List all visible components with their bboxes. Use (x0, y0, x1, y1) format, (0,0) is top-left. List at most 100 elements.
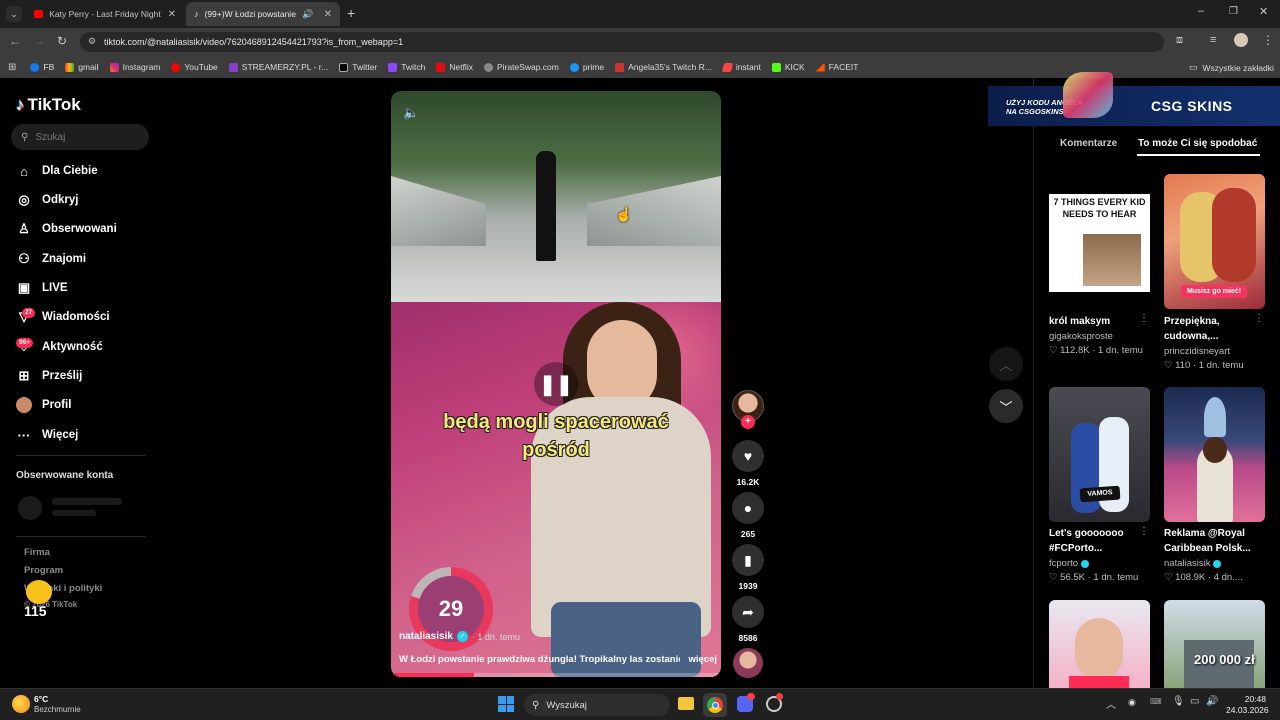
nav-wiecej[interactable]: ··· Więcej (16, 427, 79, 443)
video-options-icon[interactable]: ⋮ (1139, 313, 1149, 324)
nav-odkryj[interactable]: ◎ Odkryj (16, 192, 78, 208)
extensions-icon[interactable]: ⧈ (1176, 34, 1183, 47)
video-options-icon[interactable]: ⋮ (1139, 526, 1149, 537)
address-bar[interactable]: ⚙ tiktok.com/@nataliasisik/video/7620468… (80, 32, 1164, 52)
comment-icon[interactable]: ● (732, 492, 764, 524)
weather-temp[interactable]: 6°C (34, 694, 48, 704)
forward-icon[interactable]: → (33, 34, 45, 48)
comment-action[interactable]: ● 265 (732, 492, 764, 539)
volume-icon[interactable]: 🔊 (1206, 696, 1218, 707)
bookmark-twitch[interactable]: Twitch (388, 62, 425, 72)
follow-plus-icon[interactable]: + (741, 415, 755, 429)
tray-app-icon[interactable]: ◉ (1128, 697, 1136, 708)
apps-grid-icon[interactable]: ⊞ (8, 62, 16, 73)
tray-expand-icon[interactable]: ︿ (1106, 696, 1116, 711)
share-action[interactable]: ➦ 8586 (732, 596, 764, 643)
video-author[interactable]: gigakoksproste (1049, 331, 1113, 342)
nav-przeslij[interactable]: ⊞ Prześlij (16, 368, 83, 384)
nav-dla-ciebie[interactable]: ⌂ Dla Ciebie (16, 163, 98, 179)
chrome-menu-icon[interactable]: ⋮ (1262, 33, 1274, 47)
nav-znajomi[interactable]: ⚇ Znajomi (16, 251, 86, 267)
weather-moon-icon[interactable] (12, 695, 30, 713)
video-title[interactable]: Let's gooooooo #FCPorto... (1049, 526, 1137, 556)
file-explorer-icon[interactable] (678, 697, 694, 710)
tab-search-chevron-icon[interactable]: ⌄ (6, 6, 22, 22)
video-options-icon[interactable]: ⋮ (1254, 313, 1264, 324)
bookmark-icon[interactable]: ▮ (732, 544, 764, 576)
heart-icon[interactable]: ♥ (732, 440, 764, 472)
bookmark-prime[interactable]: prime (569, 62, 604, 72)
bookmark-pirateswap[interactable]: PirateSwap.com (483, 62, 559, 72)
bookmark-twitter[interactable]: Twitter (339, 62, 377, 72)
bookmark-kick[interactable]: KICK (771, 62, 805, 72)
footer-firma[interactable]: Firma (24, 547, 50, 558)
bookmark-faceit[interactable]: FACEIT (815, 62, 858, 72)
video-author-row[interactable]: nataliasisik (1164, 558, 1222, 569)
bookmark-fb[interactable]: FB (30, 62, 54, 72)
clock[interactable]: 20:48 24.03.2026 (1226, 694, 1269, 716)
progress-track[interactable] (391, 673, 721, 677)
bookmark-gmail[interactable]: gmail (65, 62, 99, 72)
video-author[interactable]: princzidisneyart (1164, 346, 1230, 357)
video-stats: ♡ 108.9K · 4 dn.... (1164, 572, 1243, 583)
nav-profil[interactable]: Profil (16, 397, 71, 413)
bookmark-angela[interactable]: Angela35's Twitch R... (615, 62, 712, 72)
network-icon[interactable]: ▭ (1190, 696, 1199, 707)
nav-obserwowani[interactable]: ♙ Obserwowani (16, 221, 117, 237)
minimize-icon[interactable]: – (1198, 5, 1204, 17)
author-name[interactable]: nataliasisik (399, 631, 453, 642)
share-icon[interactable]: ➦ (732, 596, 764, 628)
audio-playing-icon[interactable]: 🔊 (302, 9, 313, 20)
video-thumbnail[interactable] (1164, 387, 1265, 522)
bookmark-instagram[interactable]: Instagram (109, 62, 160, 72)
video-player[interactable]: 🔈 ❚❚ będą mogli spacerować pośród 29 nat… (391, 91, 721, 677)
microphone-icon[interactable]: 🎙 (1172, 696, 1185, 707)
site-info-icon[interactable]: ⚙ (88, 36, 96, 47)
bookmark-netflix[interactable]: Netflix (436, 62, 473, 72)
chrome-taskbar-active[interactable] (703, 693, 727, 717)
mute-icon[interactable]: 🔈 (403, 105, 419, 121)
video-author-row[interactable]: fcporto (1049, 558, 1090, 569)
bookmark-streamerzy[interactable]: STREAMERZY.PL - r... (228, 62, 328, 72)
csgoskins-ad-banner[interactable]: UŻYJ KODU ANGELA NA CSGOSKINS CSG SKINS (988, 72, 1280, 126)
tab-recommended[interactable]: To może Ci się spodobać (1138, 138, 1257, 149)
back-icon[interactable]: ← (9, 34, 21, 48)
previous-video-icon[interactable]: ︿ (989, 347, 1023, 381)
video-thumbnail[interactable]: VAMOS (1049, 387, 1150, 522)
more-link[interactable]: więcej (688, 654, 717, 665)
music-disc-icon[interactable] (733, 648, 763, 678)
reload-icon[interactable]: ↻ (57, 34, 67, 48)
start-windows-icon[interactable] (498, 696, 514, 712)
footer-program[interactable]: Program (24, 565, 63, 576)
video-title[interactable]: Reklama @Royal Caribbean Polsk... (1164, 526, 1264, 556)
bookmark-instant[interactable]: instant (721, 62, 761, 72)
tray-ime-icon[interactable]: ⌨ (1150, 697, 1162, 706)
save-action[interactable]: ▮ 1939 (732, 544, 764, 591)
nav-live[interactable]: ▣ LIVE (16, 280, 68, 296)
tab-komentarze[interactable]: Komentarze (1060, 138, 1117, 149)
close-window-icon[interactable]: ✕ (1259, 5, 1268, 18)
like-action[interactable]: ♥ 16.2K (732, 440, 764, 487)
video-thumbnail[interactable] (1049, 600, 1150, 688)
bookmark-youtube[interactable]: YouTube (171, 62, 218, 72)
video-title[interactable]: Przepiękna, cudowna,... (1164, 314, 1256, 344)
tiktok-logo[interactable]: ♪ TikTok (16, 95, 81, 115)
tab-tiktok[interactable]: ♪ (99+)W Łodzi powstanie pra 🔊 ✕ (186, 2, 340, 26)
video-thumbnail[interactable]: 7 THINGS EVERY KID NEEDS TO HEAR (1049, 174, 1150, 309)
taskbar-search[interactable]: ⚲ Wyszukaj (524, 694, 670, 716)
author-avatar-action[interactable]: + (732, 390, 764, 429)
video-thumbnail[interactable]: 200 000 zł (1164, 600, 1265, 688)
profile-avatar[interactable] (1234, 33, 1248, 47)
new-tab-icon[interactable]: + (347, 5, 355, 21)
next-video-icon[interactable]: ﹀ (989, 389, 1023, 423)
video-title[interactable]: król maksym (1049, 314, 1110, 329)
reading-list-icon[interactable]: ≡ (1210, 34, 1216, 46)
search-input[interactable]: ⚲ Szukaj (11, 124, 149, 150)
close-tab-icon[interactable]: ✕ (168, 9, 176, 20)
all-bookmarks[interactable]: ▭ Wszystkie zakładki (1189, 62, 1274, 73)
close-tab-icon[interactable]: ✕ (324, 9, 332, 20)
restore-icon[interactable]: ❐ (1229, 6, 1238, 17)
pause-icon[interactable]: ❚❚ (534, 362, 578, 406)
tab-youtube[interactable]: Katy Perry - Last Friday Night (T ✕ (26, 2, 184, 26)
video-thumbnail[interactable]: Musisz go mieć! (1164, 174, 1265, 309)
